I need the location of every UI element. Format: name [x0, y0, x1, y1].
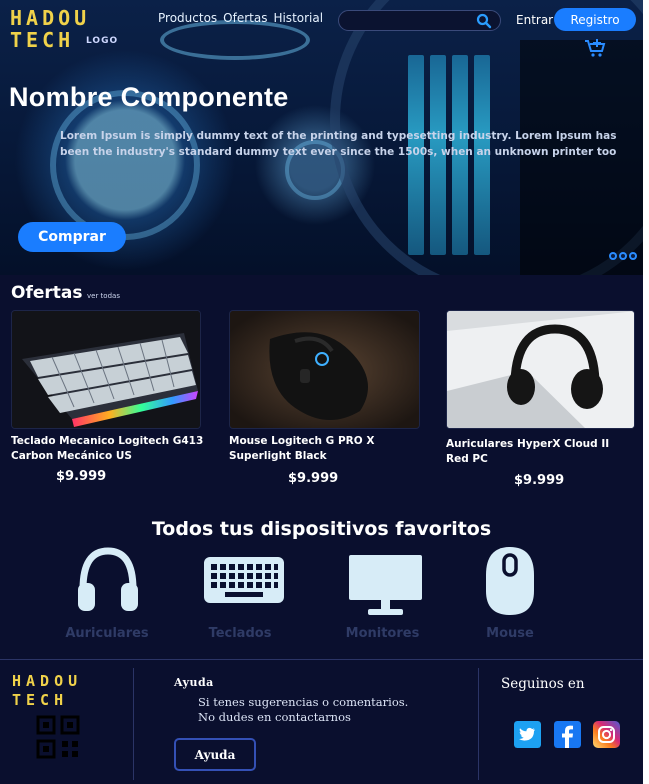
register-button[interactable]: Registro	[554, 8, 636, 31]
follow-heading: Seguinos en	[501, 676, 585, 692]
cart-icon[interactable]	[583, 36, 607, 60]
see-all-link[interactable]: ver todas	[87, 292, 120, 300]
headphones-icon[interactable]	[75, 545, 141, 613]
search-icon[interactable]	[476, 13, 492, 29]
footer: HADOU TECH Ayuda Si tenes sugerencias o …	[0, 659, 643, 784]
brand-line2: TECH	[10, 28, 75, 52]
qr-code-icon	[36, 715, 80, 759]
product-price: $9.999	[514, 473, 565, 488]
login-link[interactable]: Entrar	[516, 13, 553, 27]
product-price: $9.999	[56, 469, 107, 484]
product-name[interactable]: Teclado Mecanico Logitech G413 Carbon Me…	[11, 434, 206, 464]
category-label[interactable]: Teclados	[190, 626, 290, 641]
carousel-indicators	[609, 252, 637, 260]
footer-brand-line1: HADOU	[12, 672, 83, 690]
category-label[interactable]: Auriculares	[52, 626, 162, 641]
facebook-icon[interactable]	[554, 721, 581, 748]
brand-line1: HADOU	[10, 6, 91, 30]
nav-ofertas[interactable]: Ofertas	[223, 11, 267, 25]
help-heading: Ayuda	[174, 676, 214, 689]
buy-button[interactable]: Comprar	[18, 222, 126, 252]
hero-description: Lorem Ipsum is simply dummy text of the …	[60, 130, 617, 158]
help-button[interactable]: Ayuda	[174, 738, 256, 771]
keyboard-icon[interactable]	[203, 556, 285, 604]
monitor-icon[interactable]	[348, 554, 423, 617]
nav-productos[interactable]: Productos	[158, 11, 217, 25]
page: HADOU TECH LOGO Productos Ofertas Histor…	[0, 0, 643, 784]
headphones-product-image[interactable]	[446, 310, 635, 429]
nav-historial[interactable]: Historial	[273, 11, 323, 25]
hero-title: Nombre Componente	[9, 82, 289, 112]
mouse-product-image[interactable]	[229, 310, 420, 429]
hero-banner: HADOU TECH LOGO Productos Ofertas Histor…	[0, 0, 643, 275]
main-nav: Productos Ofertas Historial	[158, 11, 323, 25]
brand-mini: LOGO	[86, 36, 119, 46]
search-bar	[338, 10, 501, 31]
footer-brand-line2: TECH	[12, 691, 69, 709]
mouse-icon[interactable]	[484, 545, 536, 617]
help-text: Si tenes sugerencias o comentarios. No d…	[198, 695, 409, 724]
carousel-dot[interactable]	[629, 252, 637, 260]
carousel-dot[interactable]	[619, 252, 627, 260]
product-price: $9.999	[288, 471, 339, 486]
fan-ring	[160, 20, 310, 60]
search-input[interactable]	[349, 13, 474, 29]
offers-title: Ofertas	[11, 283, 83, 303]
instagram-icon[interactable]	[593, 721, 620, 748]
product-name[interactable]: Auriculares HyperX Cloud II Red PC	[446, 437, 626, 467]
twitter-icon[interactable]	[514, 721, 541, 748]
brand-logo[interactable]: HADOU TECH LOGO	[10, 6, 120, 52]
footer-divider	[478, 668, 479, 780]
product-name[interactable]: Mouse Logitech G PRO X Superlight Black	[229, 434, 419, 464]
keyboard-product-image[interactable]	[11, 310, 201, 429]
footer-divider	[133, 668, 134, 780]
carousel-dot[interactable]	[609, 252, 617, 260]
category-label[interactable]: Mouse	[475, 626, 545, 641]
category-label[interactable]: Monitores	[335, 626, 430, 641]
categories-title: Todos tus dispositivos favoritos	[151, 518, 492, 540]
